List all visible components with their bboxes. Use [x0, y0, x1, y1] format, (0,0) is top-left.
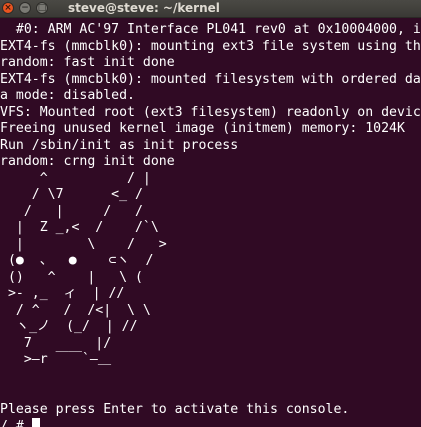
terminal-line: Please press Enter to activate this cons…: [0, 401, 350, 417]
terminal-line: ^ / |: [0, 170, 151, 186]
minimize-window-button[interactable]: −: [19, 2, 31, 14]
terminal-area[interactable]: #0: ARM AC'97 Interface PL041 rev0 at 0x…: [0, 18, 421, 427]
terminal-line: () ^ | \ (: [0, 269, 143, 285]
terminal-output: #0: ARM AC'97 Interface PL041 rev0 at 0x…: [0, 22, 421, 427]
terminal-line: / | / /: [0, 203, 143, 219]
terminal-line: EXT4-fs (mmcblk0): mounting ext3 file sy…: [0, 38, 421, 54]
terminal-line: random: fast init done: [0, 55, 175, 70]
terminal-line: / ^ / /<| \ \: [0, 302, 151, 318]
window-title: steve@steve: ~/kernel: [68, 1, 220, 15]
terminal-line: >―r ￣￣`―＿: [0, 352, 112, 367]
terminal-line: #0: ARM AC'97 Interface PL041 rev0 at 0x…: [0, 22, 421, 37]
minimize-icon: −: [21, 3, 29, 13]
terminal-line: >- ,_ ィ | //: [0, 286, 125, 301]
terminal-line: | \ / >: [0, 236, 167, 252]
maximize-icon: □: [37, 3, 47, 13]
terminal-line: | Z _,< / /`\: [0, 220, 159, 235]
terminal-line: random: crng init done: [0, 154, 175, 169]
title-bar: × − □ steve@steve: ~/kernel: [0, 0, 421, 18]
terminal-line: / \7 <_ /: [0, 187, 143, 202]
terminal-line: EXT4-fs (mmcblk0): mounted filesystem wi…: [0, 71, 421, 87]
terminal-line: VFS: Mounted root (ext3 filesystem) read…: [0, 104, 421, 120]
terminal-line: a mode: disabled.: [0, 88, 135, 103]
terminal-line: (● 、 ● ⊂ヽ /: [0, 253, 154, 268]
maximize-window-button[interactable]: □: [36, 2, 48, 14]
terminal-line: ヽ_ノ (_/ | //: [0, 319, 138, 334]
terminal-cursor: [31, 418, 40, 427]
terminal-line: 7 |/: [0, 335, 112, 351]
terminal-line: / #: [0, 419, 32, 427]
terminal-line: Run /sbin/init as init process: [0, 137, 239, 153]
terminal-line: Freeing unused kernel image (initmem) me…: [0, 121, 405, 136]
close-window-button[interactable]: ×: [2, 2, 14, 14]
close-icon: ×: [4, 3, 12, 13]
